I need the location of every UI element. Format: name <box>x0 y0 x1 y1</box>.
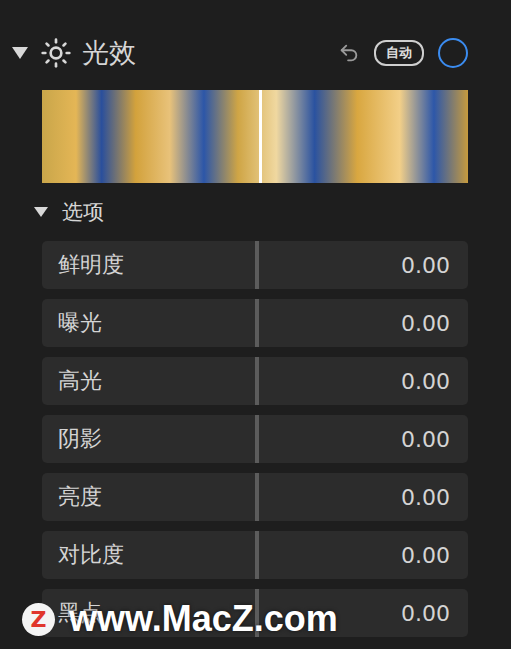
slider-value[interactable]: 0.00 <box>401 601 450 626</box>
slider-row[interactable]: 鲜明度 0.00 <box>42 241 468 289</box>
watermark: Zwww.MacZ.com <box>22 598 338 640</box>
slider-value[interactable]: 0.00 <box>401 427 450 452</box>
disclosure-triangle-icon[interactable] <box>12 47 28 59</box>
watermark-text: www.MacZ.com <box>69 598 338 640</box>
slider-value[interactable]: 0.00 <box>401 369 450 394</box>
slider-marker[interactable] <box>255 473 259 521</box>
enable-toggle[interactable] <box>438 38 468 68</box>
slider-marker[interactable] <box>255 357 259 405</box>
slider-row[interactable]: 亮度 0.00 <box>42 473 468 521</box>
slider-label: 鲜明度 <box>58 250 132 280</box>
slider-value[interactable]: 0.00 <box>401 485 450 510</box>
options-header[interactable]: 选项 <box>34 196 468 228</box>
slider-row[interactable]: 阴影 0.00 <box>42 415 468 463</box>
slider-marker[interactable] <box>255 415 259 463</box>
strip-divider[interactable] <box>259 90 262 183</box>
slider-row[interactable]: 高光 0.00 <box>42 357 468 405</box>
panel-title: 光效 <box>82 35 136 71</box>
undo-icon[interactable] <box>338 42 360 64</box>
slider-marker[interactable] <box>255 241 259 289</box>
slider-list: 鲜明度0.00曝光0.00高光0.00阴影0.00亮度0.00对比度0.00黑点… <box>42 241 468 637</box>
photo-strip[interactable] <box>42 90 468 183</box>
sun-icon <box>40 37 72 69</box>
slider-value[interactable]: 0.00 <box>401 253 450 278</box>
disclosure-triangle-icon[interactable] <box>34 207 48 217</box>
slider-row[interactable]: 曝光 0.00 <box>42 299 468 347</box>
watermark-logo: Z <box>22 603 55 636</box>
options-title: 选项 <box>62 198 104 226</box>
slider-value[interactable]: 0.00 <box>401 543 450 568</box>
slider-label: 对比度 <box>58 540 132 570</box>
slider-row[interactable]: 对比度 0.00 <box>42 531 468 579</box>
light-panel: 光效自动选项鲜明度0.00曝光0.00高光0.00阴影0.00亮度0.00对比度… <box>0 0 511 649</box>
panel-header[interactable]: 光效 自动 <box>12 34 468 72</box>
slider-label: 阴影 <box>58 424 110 454</box>
slider-marker[interactable] <box>255 531 259 579</box>
slider-value[interactable]: 0.00 <box>401 311 450 336</box>
slider-marker[interactable] <box>255 299 259 347</box>
auto-button[interactable]: 自动 <box>374 40 424 66</box>
slider-label: 亮度 <box>58 482 110 512</box>
slider-label: 曝光 <box>58 308 110 338</box>
slider-label: 高光 <box>58 366 110 396</box>
